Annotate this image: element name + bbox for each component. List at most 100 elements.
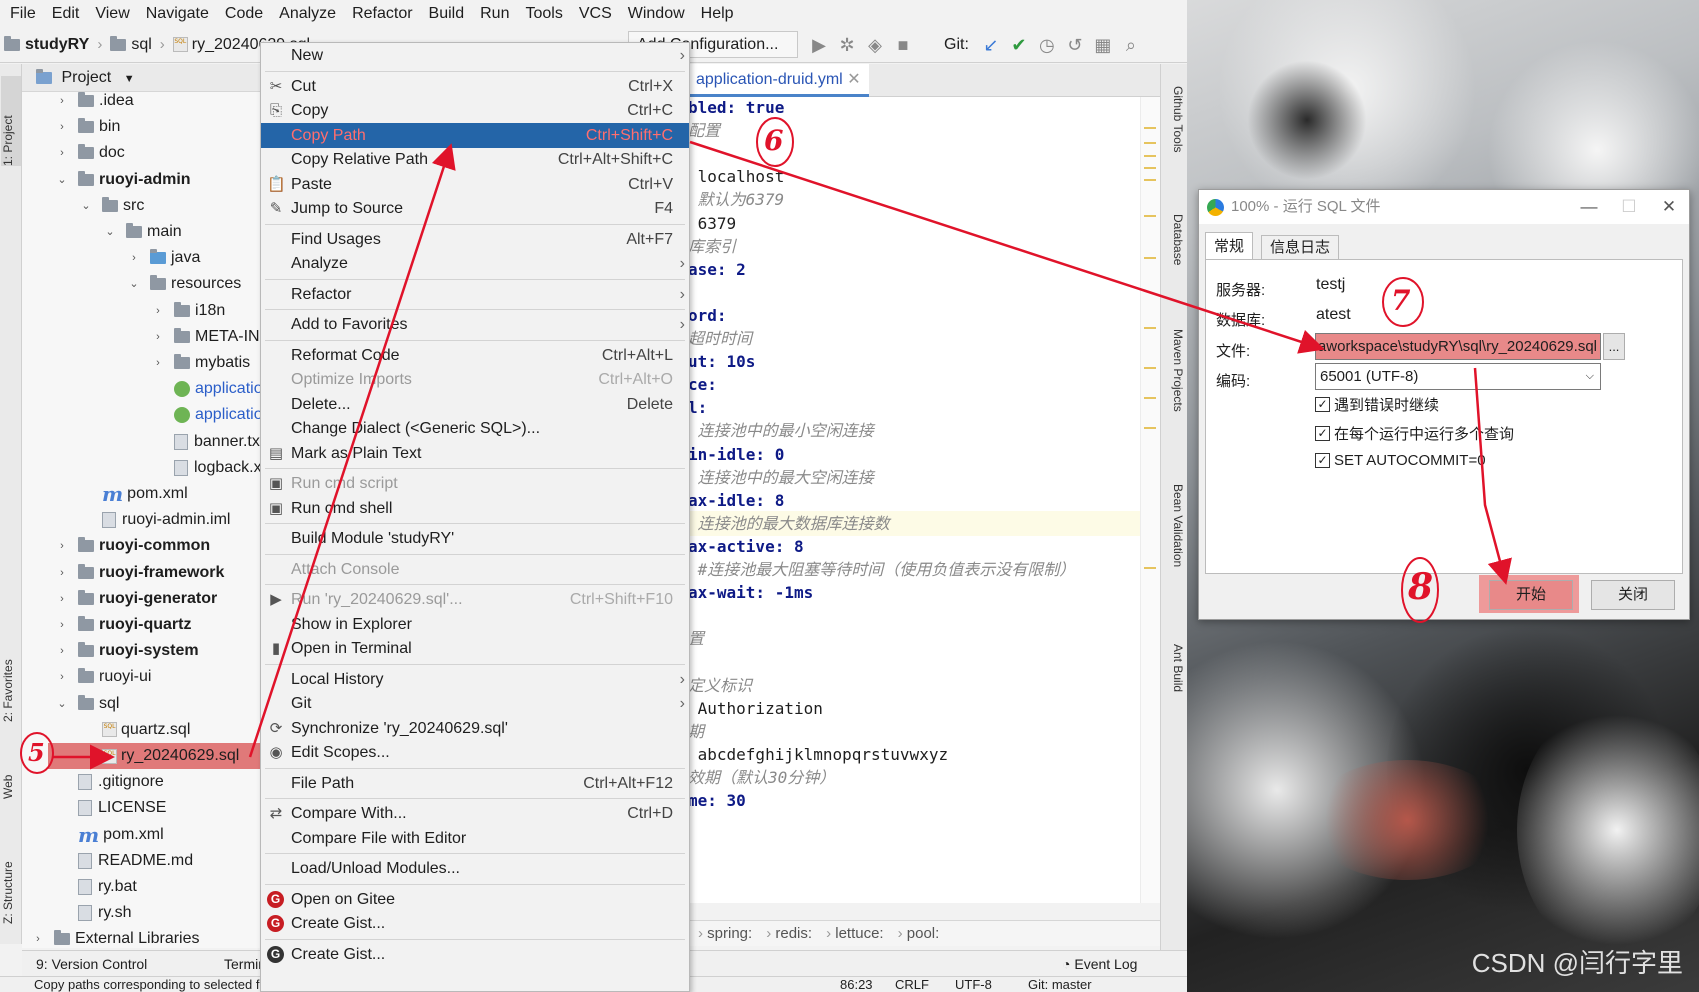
git-history-icon[interactable]: ◷ — [1033, 31, 1061, 59]
warning-mark[interactable] — [1144, 427, 1156, 429]
tool-tab-favorites[interactable]: 2: Favorites — [1, 642, 21, 722]
chevron-right-icon[interactable]: › — [54, 533, 70, 559]
tree-item-ruoyi-common[interactable]: › ruoyi-common — [54, 533, 210, 559]
tree-item-application-yml[interactable]: application.yml — [150, 376, 260, 402]
warning-mark[interactable] — [1144, 567, 1156, 569]
breadcrumb-project[interactable]: studyRY — [0, 35, 93, 54]
close-icon[interactable]: ✕ — [1649, 190, 1689, 224]
warning-mark[interactable] — [1144, 327, 1156, 329]
tool-tab-structure[interactable]: Z: Structure — [1, 834, 21, 924]
menu-code[interactable]: Code — [217, 0, 271, 27]
warning-mark[interactable] — [1144, 167, 1156, 169]
tree-item-ruoyi-system[interactable]: › ruoyi-system — [54, 638, 199, 664]
chevron-right-icon[interactable]: › — [54, 664, 70, 690]
run-icon[interactable]: ▶ — [805, 31, 833, 59]
menu-item-run-cmd-script[interactable]: ▣ Run cmd script — [261, 471, 689, 496]
chevron-right-icon[interactable]: › — [54, 586, 70, 612]
chevron-down-icon[interactable]: ⌄ — [126, 271, 142, 297]
menu-item-local-history[interactable]: Local History › — [261, 667, 689, 692]
tree-item-bin[interactable]: › bin — [54, 114, 120, 140]
menu-item-cut[interactable]: ✂ Cut Ctrl+X — [261, 74, 689, 99]
chevron-down-icon[interactable]: ▼ — [124, 73, 135, 85]
warning-mark[interactable] — [1144, 367, 1156, 369]
warning-mark[interactable] — [1144, 127, 1156, 129]
tool-tab-maven[interactable]: Maven Projects — [1165, 329, 1185, 439]
tool-tab-web[interactable]: Web — [1, 759, 21, 799]
menu-tools[interactable]: Tools — [517, 0, 570, 27]
menu-vcs[interactable]: VCS — [571, 0, 620, 27]
git-rollback-icon[interactable]: ↺ — [1061, 31, 1089, 59]
menu-window[interactable]: Window — [620, 0, 693, 27]
minimize-icon[interactable]: — — [1569, 190, 1609, 224]
tree-item-ruoyi-ui[interactable]: › ruoyi-ui — [54, 664, 151, 690]
chevron-right-icon[interactable]: › — [54, 638, 70, 664]
tool-tab-bean-validation[interactable]: Bean Validation — [1165, 484, 1185, 594]
menu-item-copy-relative-path[interactable]: Copy Relative Path Ctrl+Alt+Shift+C — [261, 147, 689, 172]
menu-item-show-in-explorer[interactable]: Show in Explorer — [261, 612, 689, 637]
tree-item-resources[interactable]: ⌄ resources — [126, 271, 241, 297]
menu-build[interactable]: Build — [421, 0, 473, 27]
browse-button[interactable]: ... — [1603, 333, 1625, 360]
tree-item-external-libraries[interactable]: › External Libraries — [30, 926, 200, 948]
menu-item-new[interactable]: New › — [261, 43, 689, 68]
menu-item-file-path[interactable]: File Path Ctrl+Alt+F12 — [261, 771, 689, 796]
menu-item-edit-scopes[interactable]: ◉ Edit Scopes... — [261, 740, 689, 765]
tree-item-meta-inf[interactable]: › META-INF — [150, 324, 260, 350]
chevron-right-icon[interactable]: › — [30, 926, 46, 948]
tool-tab-version-control[interactable]: 9: Version Control — [36, 951, 147, 977]
menu-edit[interactable]: Edit — [44, 0, 88, 27]
tree-item-ruoyi-admin-iml[interactable]: ruoyi-admin.iml — [78, 507, 230, 533]
menu-item-compare-file-with-editor[interactable]: Compare File with Editor — [261, 826, 689, 851]
chevron-right-icon[interactable]: › — [150, 298, 166, 324]
tree-item-ry-sh[interactable]: ry.sh — [54, 900, 131, 926]
chevron-down-icon[interactable]: ⌄ — [78, 193, 94, 219]
editor-breadcrumb-item[interactable]: spring: — [707, 925, 752, 942]
chevron-right-icon[interactable]: › — [54, 560, 70, 586]
menu-item-find-usages[interactable]: Find Usages Alt+F7 — [261, 227, 689, 252]
menu-item-run-cmd-shell[interactable]: ▣ Run cmd shell — [261, 496, 689, 521]
menu-item-build-module-studyry[interactable]: Build Module 'studyRY' — [261, 526, 689, 551]
menu-item-reformat-code[interactable]: Reformat Code Ctrl+Alt+L — [261, 343, 689, 368]
menu-item-compare-with[interactable]: ⇄ Compare With... Ctrl+D — [261, 801, 689, 826]
tree-item-mybatis[interactable]: › mybatis — [150, 350, 250, 376]
tree-item-pom-xml[interactable]: m pom.xml — [54, 822, 164, 848]
continue-on-error-checkbox[interactable]: ✓ 遇到错误时继续 — [1315, 394, 1439, 415]
file-path-input[interactable]: C:\javaworkspace\studyRY\sql\ry_20240629… — [1315, 333, 1601, 360]
menu-item-open-on-gitee[interactable]: G Open on Gitee — [261, 887, 689, 912]
coverage-icon[interactable]: ◈ — [861, 31, 889, 59]
start-button[interactable]: 开始 — [1489, 580, 1573, 610]
code-editor[interactable]: bled: true 配置 localhost 默认为6379 6379 库索引 as… — [688, 97, 1148, 903]
menu-item-copy[interactable]: ⎘ Copy Ctrl+C — [261, 98, 689, 123]
close-button[interactable]: 关闭 — [1591, 580, 1675, 610]
tree-item-ry-bat[interactable]: ry.bat — [54, 874, 137, 900]
warning-mark[interactable] — [1144, 397, 1156, 399]
chevron-right-icon[interactable]: › — [150, 324, 166, 350]
editor-breadcrumb-item[interactable]: pool: — [907, 925, 940, 942]
tree-item-ruoyi-generator[interactable]: › ruoyi-generator — [54, 586, 217, 612]
menu-file[interactable]: File — [2, 0, 44, 27]
menu-item-load-unload-modules[interactable]: Load/Unload Modules... — [261, 856, 689, 881]
menu-item-git[interactable]: Git › — [261, 691, 689, 716]
menu-help[interactable]: Help — [693, 0, 742, 27]
close-icon[interactable]: ✕ — [847, 71, 860, 88]
stop-icon[interactable]: ■ — [889, 31, 917, 59]
editor-breadcrumb-item[interactable]: lettuce: — [835, 925, 883, 942]
chevron-down-icon[interactable]: ⌄ — [54, 167, 70, 193]
line-separator[interactable]: CRLF — [895, 977, 929, 992]
editor-breadcrumb-item[interactable]: redis: — [775, 925, 812, 942]
tool-tab-database[interactable]: Database — [1165, 214, 1185, 294]
tab-application-druid[interactable]: application-druid.yml ✕ — [688, 64, 869, 97]
warning-mark[interactable] — [1144, 215, 1156, 217]
tree-item-quartz-sql[interactable]: SQL quartz.sql — [78, 717, 190, 743]
breadcrumb-sql[interactable]: sql — [106, 35, 155, 54]
menu-item-run-ry-20240629-sql[interactable]: ▶ Run 'ry_20240629.sql'... Ctrl+Shift+F10 — [261, 587, 689, 612]
tree-item-java[interactable]: › java — [126, 245, 200, 271]
menu-view[interactable]: View — [87, 0, 137, 27]
menu-item-refactor[interactable]: Refactor › — [261, 282, 689, 307]
tree-item-logback-xml[interactable]: logback.xml — [150, 455, 260, 481]
tree-item-application-druid-yml[interactable]: application-druid.yml — [150, 402, 260, 428]
menu-run[interactable]: Run — [472, 0, 517, 27]
tree-item-readme-md[interactable]: README.md — [54, 848, 193, 874]
tab-general[interactable]: 常规 — [1205, 232, 1254, 261]
git-commit-icon[interactable]: ✔ — [1005, 31, 1033, 59]
